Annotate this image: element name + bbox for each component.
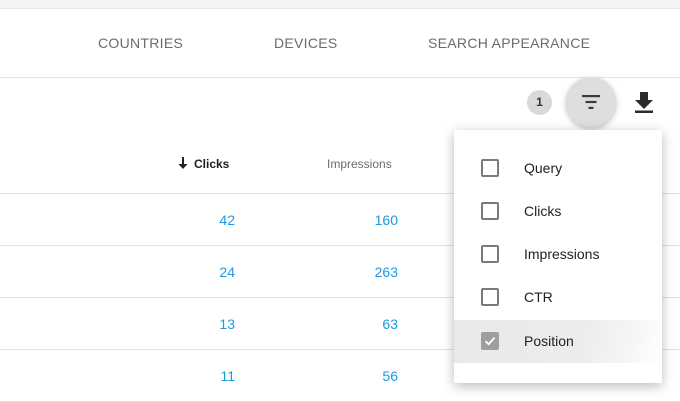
clicks-checkbox[interactable] bbox=[481, 202, 499, 220]
position-checkbox[interactable] bbox=[481, 332, 499, 350]
menu-item-position[interactable]: Position bbox=[454, 320, 662, 363]
column-header-clicks-label: Clicks bbox=[194, 157, 230, 171]
tab-devices[interactable]: DEVICES bbox=[274, 35, 338, 51]
checkmark-icon bbox=[484, 336, 496, 346]
impressions-cell: 160 bbox=[374, 212, 398, 228]
tab-bar: COUNTRIES DEVICES SEARCH APPEARANCE bbox=[0, 9, 680, 78]
column-filter-menu: Query Clicks Impressions CTR Position bbox=[454, 130, 662, 383]
clicks-cell: 13 bbox=[219, 316, 235, 332]
clicks-cell: 42 bbox=[219, 212, 235, 228]
top-bar bbox=[0, 0, 680, 9]
column-header-impressions-label: Impressions bbox=[327, 157, 392, 171]
menu-item-label: Clicks bbox=[524, 203, 562, 219]
menu-item-impressions[interactable]: Impressions bbox=[454, 233, 662, 276]
menu-item-ctr[interactable]: CTR bbox=[454, 276, 662, 319]
menu-item-label: Impressions bbox=[524, 246, 600, 262]
menu-item-label: CTR bbox=[524, 289, 553, 305]
impressions-checkbox[interactable] bbox=[481, 245, 499, 263]
menu-item-label: Query bbox=[524, 160, 563, 176]
clicks-cell: 24 bbox=[219, 264, 235, 280]
impressions-cell: 63 bbox=[382, 316, 398, 332]
impressions-cell: 56 bbox=[382, 368, 398, 384]
download-icon bbox=[635, 92, 653, 113]
clicks-cell: 11 bbox=[220, 368, 235, 384]
ctr-checkbox[interactable] bbox=[481, 288, 499, 306]
column-header-impressions[interactable]: Impressions bbox=[327, 157, 392, 171]
column-header-clicks[interactable]: Clicks bbox=[178, 157, 229, 171]
menu-item-query[interactable]: Query bbox=[454, 147, 662, 190]
arrow-down-icon bbox=[178, 157, 188, 169]
impressions-cell: 263 bbox=[374, 264, 398, 280]
filter-icon bbox=[582, 95, 600, 109]
query-checkbox[interactable] bbox=[481, 159, 499, 177]
menu-item-label: Position bbox=[524, 333, 574, 349]
filter-button[interactable] bbox=[566, 77, 616, 127]
tab-search-appearance[interactable]: SEARCH APPEARANCE bbox=[428, 35, 590, 51]
active-filter-count-badge: 1 bbox=[527, 90, 552, 115]
download-button[interactable] bbox=[630, 88, 658, 116]
menu-item-clicks[interactable]: Clicks bbox=[454, 190, 662, 233]
tab-countries[interactable]: COUNTRIES bbox=[98, 35, 183, 51]
